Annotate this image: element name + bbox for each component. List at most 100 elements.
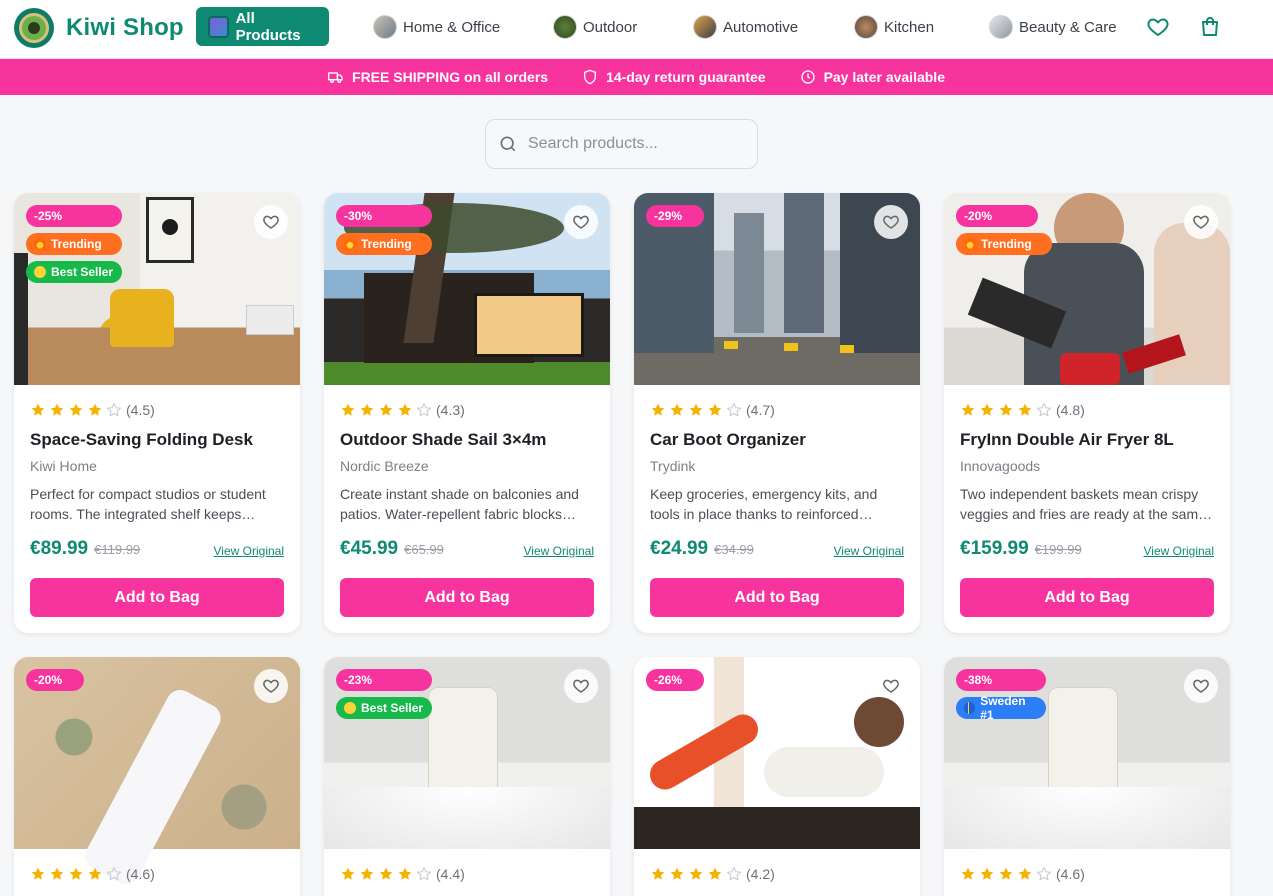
star-filled-icon bbox=[670, 403, 684, 416]
view-original-link[interactable]: View Original bbox=[214, 544, 284, 558]
search-input[interactable] bbox=[528, 135, 738, 153]
star-filled-icon bbox=[360, 403, 374, 416]
star-filled-icon bbox=[31, 403, 45, 416]
view-original-link[interactable]: View Original bbox=[1144, 544, 1214, 558]
wishlist-heart-icon[interactable] bbox=[1145, 14, 1171, 40]
product-card[interactable]: -20% (4.6) bbox=[14, 657, 300, 896]
favorite-heart-icon[interactable] bbox=[254, 669, 288, 703]
star-icon bbox=[344, 702, 356, 714]
star-filled-icon bbox=[689, 403, 703, 416]
promo-bar: FREE SHIPPING on all orders 14-day retur… bbox=[0, 59, 1273, 95]
trending-badge: Trending bbox=[956, 233, 1052, 255]
star-empty-icon bbox=[106, 402, 122, 417]
rating: (4.6) bbox=[960, 863, 1214, 885]
product-name[interactable]: Outdoor Shade Sail 3×4m bbox=[340, 430, 594, 452]
all-products-icon bbox=[208, 15, 229, 38]
promo-paylater: Pay later available bbox=[800, 69, 945, 85]
price: €24.99 bbox=[650, 538, 709, 559]
promo-shipping: FREE SHIPPING on all orders bbox=[328, 69, 548, 85]
discount-badge: -20% bbox=[26, 669, 84, 691]
rating: (4.5) bbox=[30, 399, 284, 421]
rating: (4.6) bbox=[30, 863, 284, 885]
discount-badge: -29% bbox=[646, 205, 704, 227]
star-filled-icon bbox=[50, 867, 64, 880]
star-icon bbox=[34, 266, 46, 278]
product-card[interactable]: -23% Best Seller (4.4) bbox=[324, 657, 610, 896]
sweden-flag-icon bbox=[964, 702, 976, 714]
add-to-bag-button[interactable]: Add to Bag bbox=[960, 578, 1214, 617]
promo-shipping-text: FREE SHIPPING on all orders bbox=[352, 69, 549, 85]
rating-count: (4.6) bbox=[1056, 866, 1085, 882]
discount-badge: -26% bbox=[646, 669, 704, 691]
star-rating bbox=[960, 402, 1052, 418]
nav-kitchen[interactable]: Kitchen bbox=[854, 14, 934, 40]
nav-home-office[interactable]: Home & Office bbox=[373, 14, 500, 40]
nav-home-office-label: Home & Office bbox=[403, 18, 501, 36]
rating: (4.2) bbox=[650, 863, 904, 885]
product-description: Create instant shade on balconies and pa… bbox=[340, 486, 579, 522]
star-rating bbox=[30, 866, 122, 882]
favorite-heart-icon[interactable] bbox=[874, 205, 908, 239]
star-filled-icon bbox=[961, 867, 975, 880]
kitchen-thumb-icon bbox=[854, 15, 878, 39]
nav-automotive[interactable]: Automotive bbox=[693, 14, 798, 40]
product-card[interactable]: -26% (4.2) bbox=[634, 657, 920, 896]
star-rating bbox=[960, 866, 1052, 882]
star-empty-icon bbox=[1036, 402, 1052, 417]
product-name[interactable]: Space-Saving Folding Desk bbox=[30, 430, 284, 452]
star-filled-icon bbox=[651, 403, 665, 416]
beauty-care-thumb-icon bbox=[989, 15, 1013, 39]
best-seller-badge-label: Best Seller bbox=[361, 701, 424, 715]
product-card[interactable]: -29% (4.7) Car Boot Organizer Trydink Ke… bbox=[634, 193, 920, 633]
rating: (4.7) bbox=[650, 399, 904, 421]
nav-all-products[interactable]: All Products bbox=[196, 7, 329, 46]
view-original-link[interactable]: View Original bbox=[524, 544, 594, 558]
promo-returns-text: 14-day return guarantee bbox=[606, 69, 766, 85]
shopping-bag-icon[interactable] bbox=[1197, 14, 1223, 40]
favorite-heart-icon[interactable] bbox=[1184, 205, 1218, 239]
star-filled-icon bbox=[980, 403, 994, 416]
favorite-heart-icon[interactable] bbox=[1184, 669, 1218, 703]
product-name[interactable]: Car Boot Organizer bbox=[650, 430, 904, 452]
view-original-link[interactable]: View Original bbox=[834, 544, 904, 558]
nav-beauty-care-label: Beauty & Care bbox=[1019, 18, 1117, 36]
pricing: €24.99 €34.99 View Original bbox=[650, 538, 904, 564]
product-card[interactable]: -30% Trending (4.3) Outdoor Shade Sail 3… bbox=[324, 193, 610, 633]
pricing: €159.99 €199.99 View Original bbox=[960, 538, 1214, 564]
trending-badge: Trending bbox=[336, 233, 432, 255]
star-rating bbox=[650, 402, 742, 418]
old-price: €65.99 bbox=[404, 542, 444, 557]
product-card[interactable]: -25% Trending Best Seller (4.5) Space-Sa… bbox=[14, 193, 300, 633]
product-brand: Nordic Breeze bbox=[340, 458, 429, 474]
star-filled-icon bbox=[1018, 867, 1032, 880]
discount-badge: -25% bbox=[26, 205, 122, 227]
star-filled-icon bbox=[379, 403, 393, 416]
product-card[interactable]: -20% Trending (4.8) FryInn Double Air Fr… bbox=[944, 193, 1230, 633]
fire-icon bbox=[344, 238, 356, 250]
add-to-bag-button[interactable]: Add to Bag bbox=[650, 578, 904, 617]
add-to-bag-button[interactable]: Add to Bag bbox=[30, 578, 284, 617]
product-card[interactable]: -38% Sweden #1 (4.6) bbox=[944, 657, 1230, 896]
pricing: €89.99 €119.99 View Original bbox=[30, 538, 284, 564]
product-name[interactable]: FryInn Double Air Fryer 8L bbox=[960, 430, 1214, 452]
star-filled-icon bbox=[88, 867, 102, 880]
trending-badge: Trending bbox=[26, 233, 122, 255]
nav-beauty-care[interactable]: Beauty & Care bbox=[989, 14, 1117, 40]
search-icon bbox=[500, 136, 516, 152]
star-filled-icon bbox=[341, 403, 355, 416]
star-empty-icon bbox=[416, 402, 432, 417]
star-filled-icon bbox=[69, 867, 83, 880]
add-to-bag-button[interactable]: Add to Bag bbox=[340, 578, 594, 617]
trending-badge-label: Trending bbox=[981, 237, 1032, 251]
favorite-heart-icon[interactable] bbox=[564, 669, 598, 703]
rating-count: (4.6) bbox=[126, 866, 155, 882]
favorite-heart-icon[interactable] bbox=[254, 205, 288, 239]
favorite-heart-icon[interactable] bbox=[874, 669, 908, 703]
favorite-heart-icon[interactable] bbox=[564, 205, 598, 239]
star-empty-icon bbox=[726, 866, 742, 881]
best-seller-badge-label: Best Seller bbox=[51, 265, 114, 279]
nav-outdoor[interactable]: Outdoor bbox=[553, 14, 637, 40]
old-price: €119.99 bbox=[94, 542, 141, 557]
logo[interactable]: Kiwi Shop bbox=[14, 8, 184, 48]
star-filled-icon bbox=[69, 403, 83, 416]
